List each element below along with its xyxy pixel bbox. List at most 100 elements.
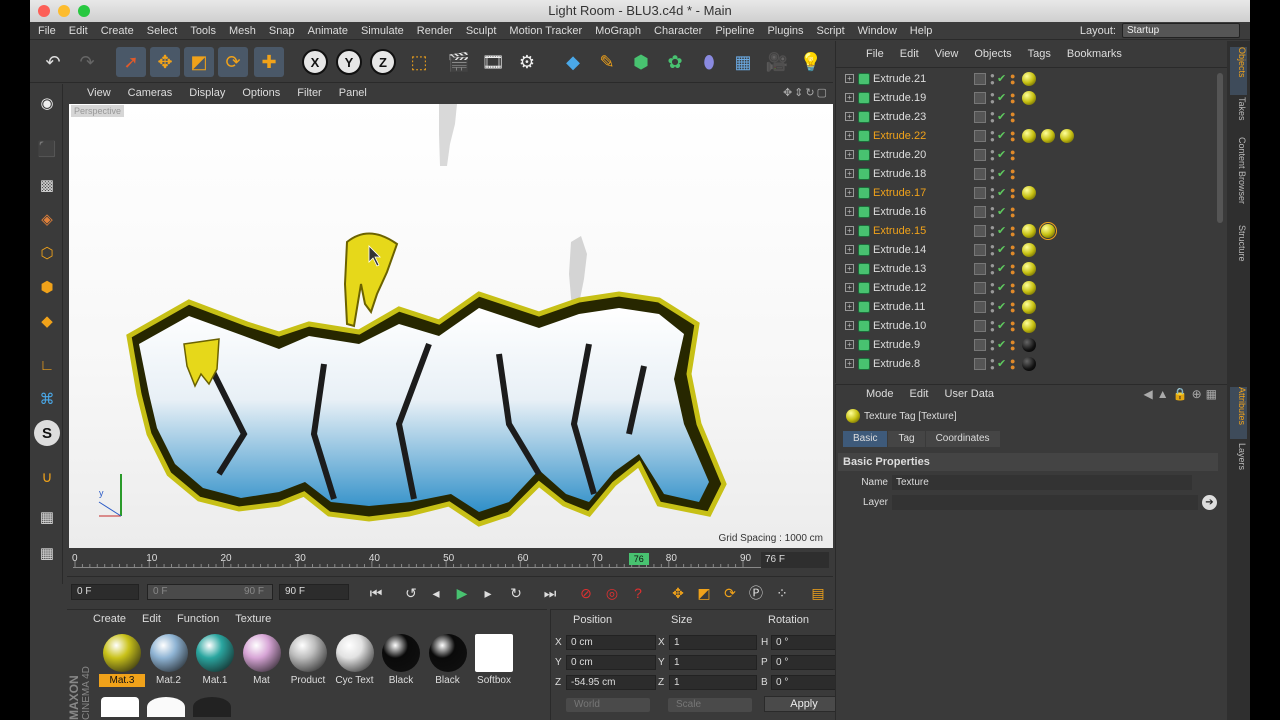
pen-icon[interactable]: ✎ [592,47,622,77]
menu-pipeline[interactable]: Pipeline [715,25,754,37]
phong-tag-icon[interactable]: ● ● [1010,72,1015,87]
menu-window[interactable]: Window [858,25,897,37]
object-row[interactable]: + Extrude.16 ● ● ✔ ● ● [836,203,1216,222]
viewport-menu-filter[interactable]: Filter [297,87,321,99]
y-axis-icon[interactable]: Y [336,49,362,75]
texture-tag-icon[interactable] [1022,300,1036,314]
texture-tag-icon[interactable] [1022,186,1036,200]
layer-color-icon[interactable] [974,168,986,180]
attr-menu-mode[interactable]: Mode [866,388,894,400]
phong-tag-icon[interactable]: ● ● [1010,243,1015,258]
material-menu-create[interactable]: Create [93,613,126,625]
attr-menu-user-data[interactable]: User Data [945,388,995,400]
preview-range-slider[interactable]: 0 F 90 F [147,584,273,600]
object-row[interactable]: + Extrude.8 ● ● ✔ ● ● [836,355,1216,374]
model-mode-icon[interactable]: ⬛ [34,136,60,162]
previous-key-icon[interactable]: ↺ [400,582,422,604]
visibility-dots-icon[interactable]: ● ● [990,110,995,125]
visibility-dots-icon[interactable]: ● ● [990,148,995,163]
enabled-check-icon[interactable]: ✔ [997,129,1006,142]
layer-color-icon[interactable] [974,206,986,218]
menu-animate[interactable]: Animate [308,25,348,37]
expand-toggle-icon[interactable]: + [845,112,854,121]
edges-mode-icon[interactable]: ⬢ [34,274,60,300]
coordinate-mode-dropdown[interactable]: World [566,698,650,712]
expand-toggle-icon[interactable]: + [845,359,854,368]
layer-color-icon[interactable] [974,149,986,161]
render-view-icon[interactable]: 🎬 [444,47,474,77]
object-row[interactable]: + Extrude.22 ● ● ✔ ● ● [836,127,1216,146]
layer-field[interactable] [892,495,1198,510]
material-menu-texture[interactable]: Texture [235,613,271,625]
visibility-dots-icon[interactable]: ● ● [990,319,995,334]
object-row[interactable]: + Extrude.13 ● ● ✔ ● ● [836,260,1216,279]
autokeying-icon[interactable]: ◎ [601,582,623,604]
minimize-window-button[interactable] [58,5,70,17]
name-field[interactable]: Texture [892,475,1192,490]
cube-icon[interactable]: ◆ [558,47,588,77]
material-swatch[interactable]: Mat.2 [146,632,192,690]
maximize-window-button[interactable] [78,5,90,17]
visibility-dots-icon[interactable]: ● ● [990,186,995,201]
menu-sculpt[interactable]: Sculpt [466,25,497,37]
phong-tag-icon[interactable]: ● ● [1010,319,1015,334]
layer-color-icon[interactable] [974,225,986,237]
texture-tag-icon[interactable] [1060,129,1074,143]
material-thumbnail-partial[interactable] [147,697,185,717]
enabled-check-icon[interactable]: ✔ [997,148,1006,161]
material-swatch[interactable]: Cyc Text [332,632,378,690]
material-swatch[interactable]: Softbox [471,632,517,690]
viewport-menu-options[interactable]: Options [242,87,280,99]
menu-edit[interactable]: Edit [69,25,88,37]
expand-toggle-icon[interactable]: + [845,93,854,102]
current-frame-marker[interactable]: 76 [628,553,649,565]
object-row[interactable]: + Extrude.20 ● ● ✔ ● ● [836,146,1216,165]
visibility-dots-icon[interactable]: ● ● [990,91,995,106]
menu-mograph[interactable]: MoGraph [595,25,641,37]
expand-toggle-icon[interactable]: + [845,226,854,235]
enabled-check-icon[interactable]: ✔ [997,186,1006,199]
expand-toggle-icon[interactable]: + [845,302,854,311]
record-rotation-icon[interactable]: ⟳ [719,582,741,604]
expand-toggle-icon[interactable]: + [845,340,854,349]
layer-color-icon[interactable] [974,301,986,313]
visibility-dots-icon[interactable]: ● ● [990,281,995,296]
phong-tag-icon[interactable]: ● ● [1010,357,1015,372]
next-frame-icon[interactable]: ▸ [477,582,499,604]
expand-toggle-icon[interactable]: + [845,131,854,140]
layer-arrow-icon[interactable]: ➔ [1202,495,1217,510]
attribute-nav-icons[interactable]: ◀▲🔒⊕▦ [1144,387,1221,401]
texture-tag-icon[interactable] [1022,224,1036,238]
tab-content-browser[interactable]: Content Browser [1230,137,1247,219]
texture-tag-icon[interactable] [1022,243,1036,257]
axis-mode-icon[interactable]: ∟ [34,352,60,378]
viewport-navigation-icons[interactable]: ✥⇕↻▢ [783,86,829,99]
layer-color-icon[interactable] [974,92,986,104]
menu-tools[interactable]: Tools [190,25,216,37]
tab-objects[interactable]: Objects [1230,47,1247,95]
layer-color-icon[interactable] [974,111,986,123]
obj-menu-tags[interactable]: Tags [1028,48,1051,60]
go-to-start-icon[interactable]: ⏮ [365,582,387,604]
expand-toggle-icon[interactable]: + [845,188,854,197]
object-row[interactable]: + Extrude.12 ● ● ✔ ● ● [836,279,1216,298]
layer-color-icon[interactable] [974,244,986,256]
material-swatch[interactable]: Product [285,632,331,690]
start-frame-field[interactable]: 0 F [71,584,139,600]
object-row[interactable]: + Extrude.17 ● ● ✔ ● ● [836,184,1216,203]
visibility-dots-icon[interactable]: ● ● [990,357,995,372]
enabled-check-icon[interactable]: ✔ [997,224,1006,237]
cloner-icon[interactable]: ✿ [660,47,690,77]
undo-icon[interactable]: ↶ [38,47,68,77]
enabled-check-icon[interactable]: ✔ [997,205,1006,218]
magnet-icon[interactable]: ∪ [34,464,60,490]
object-row[interactable]: + Extrude.19 ● ● ✔ ● ● [836,89,1216,108]
floor-icon[interactable]: ▦ [728,47,758,77]
texture-tag-icon[interactable] [1022,357,1036,371]
phong-tag-icon[interactable]: ● ● [1010,110,1015,125]
size-x-field[interactable]: 1 [669,635,757,650]
enabled-check-icon[interactable]: ✔ [997,167,1006,180]
next-key-icon[interactable]: ↻ [505,582,527,604]
tab-tag[interactable]: Tag [888,431,925,447]
menu-render[interactable]: Render [417,25,453,37]
